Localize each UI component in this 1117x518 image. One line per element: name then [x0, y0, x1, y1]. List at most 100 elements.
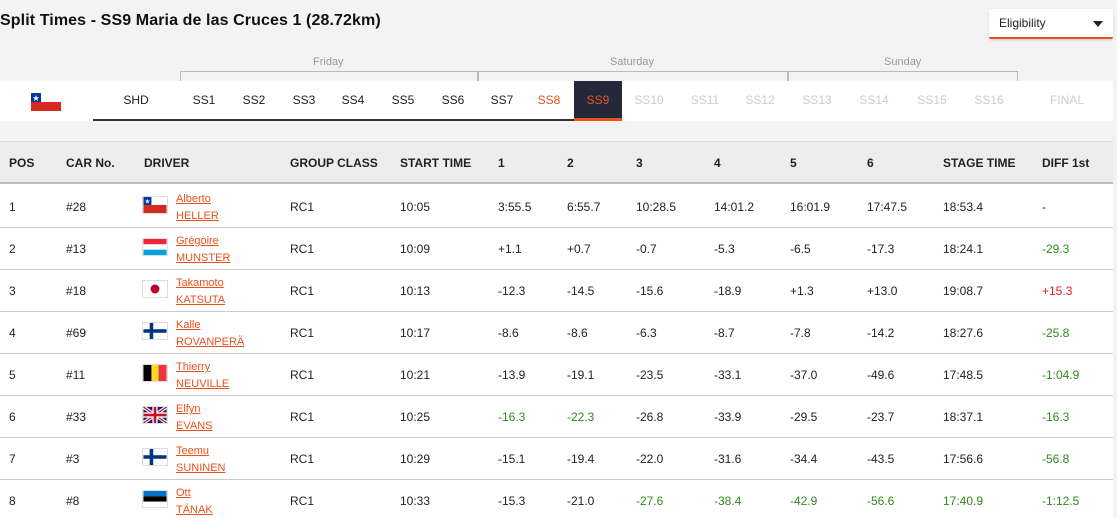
- day-label-friday: Friday: [313, 56, 344, 68]
- tab-ss6[interactable]: SS6: [433, 81, 473, 119]
- cell-split-2: -22.3: [567, 410, 595, 424]
- cell-car: #3: [66, 452, 80, 466]
- cell-split-5: -7.8: [790, 326, 811, 340]
- cell-diff: -29.3: [1042, 242, 1070, 256]
- tab-ss3[interactable]: SS3: [284, 81, 324, 119]
- driver-link[interactable]: Ott TÄNAK: [176, 485, 213, 518]
- tab-ss14: SS14: [859, 93, 889, 107]
- cell-split-6: -23.7: [867, 410, 895, 424]
- cell-split-4: -18.9: [714, 284, 742, 298]
- table-header: POS CAR No. DRIVER GROUP CLASS START TIM…: [0, 142, 1113, 184]
- tab-ss7[interactable]: SS7: [482, 81, 522, 119]
- cell-car: #13: [66, 242, 87, 256]
- cell-split-1: 3:55.5: [498, 200, 532, 214]
- table-row[interactable]: 6 #33 Elfyn EVANS RC1 10:25 -16.3 -22.3 -…: [0, 396, 1113, 438]
- tab-ss4[interactable]: SS4: [333, 81, 373, 119]
- cell-start: 10:05: [400, 200, 431, 214]
- cell-stage-time: 18:27.6: [943, 326, 984, 340]
- cell-split-3: -23.5: [636, 368, 664, 382]
- table-row[interactable]: 1 #28 Alberto HELLER RC1 10:05 3:55.5 6:5…: [0, 186, 1113, 228]
- cell-start: 10:17: [400, 326, 431, 340]
- tab-ss2[interactable]: SS2: [234, 81, 274, 119]
- table-row[interactable]: 2 #13 Grégoire MUNSTER RC1 10:09 +1.1 +0.…: [0, 228, 1113, 270]
- cell-car: #69: [66, 326, 87, 340]
- day-bracket-friday: [180, 71, 478, 81]
- cell-start: 10:25: [400, 410, 431, 424]
- table-row[interactable]: 3 #18 Takamoto KATSUTA RC1 10:13 -12.3 -1…: [0, 270, 1113, 312]
- cell-split-5: -42.9: [790, 494, 818, 508]
- cell-diff: -1:04.9: [1042, 368, 1080, 382]
- stage-tabs-bar: SHD SS1 SS2 SS3 SS4 SS5 SS6 SS7 SS8 SS9 …: [0, 81, 1113, 121]
- cell-split-3: 10:28.5: [636, 200, 677, 214]
- cell-split-4: -8.7: [714, 326, 735, 340]
- tab-ss15: SS15: [917, 93, 947, 107]
- cell-split-5: 16:01.9: [790, 200, 831, 214]
- cell-split-2: -21.0: [567, 494, 595, 508]
- cell-split-1: -8.6: [498, 326, 519, 340]
- driver-link[interactable]: Grégoire MUNSTER: [176, 233, 230, 267]
- estonia-flag-icon: [142, 490, 168, 508]
- cell-start: 10:29: [400, 452, 431, 466]
- table-row[interactable]: 8 #8 Ott TÄNAK RC1 10:33 -15.3 -21.0 -27.…: [0, 480, 1113, 518]
- cell-group: RC1: [290, 326, 315, 340]
- japan-flag-icon: [142, 280, 168, 298]
- table-row[interactable]: 7 #3 Teemu SUNINEN RC1 10:29 -15.1 -19.4 …: [0, 438, 1113, 480]
- cell-stage-time: 18:53.4: [943, 200, 984, 214]
- tab-ss9[interactable]: SS9: [574, 81, 622, 121]
- cell-split-6: -56.6: [867, 494, 895, 508]
- eligibility-select[interactable]: Eligibility: [989, 9, 1113, 39]
- cell-split-4: -38.4: [714, 494, 742, 508]
- header-pos: POS: [9, 156, 35, 170]
- cell-split-5: -37.0: [790, 368, 818, 382]
- cell-split-1: -16.3: [498, 410, 526, 424]
- header-diff: DIFF 1st: [1042, 156, 1090, 170]
- table-row[interactable]: 5 #11 Thierry NEUVILLE RC1 10:21 -13.9 -1…: [0, 354, 1113, 396]
- cell-start: 10:13: [400, 284, 431, 298]
- split-times-page: Split Times - SS9 Maria de las Cruces 1 …: [0, 0, 1117, 518]
- cell-split-6: 17:47.5: [867, 200, 908, 214]
- cell-car: #11: [66, 368, 86, 382]
- driver-link[interactable]: Teemu SUNINEN: [176, 443, 226, 477]
- cell-split-1: -15.3: [498, 494, 526, 508]
- cell-split-1: -13.9: [498, 368, 526, 382]
- chile-flag-icon: [31, 93, 61, 111]
- driver-last-name: KATSUTA: [176, 294, 226, 306]
- cell-split-6: -49.6: [867, 368, 895, 382]
- cell-split-4: 14:01.2: [714, 200, 755, 214]
- cell-split-6: -14.2: [867, 326, 895, 340]
- driver-link[interactable]: Elfyn EVANS: [176, 401, 212, 435]
- driver-link[interactable]: Kalle ROVANPERÄ: [176, 317, 244, 351]
- cell-split-3: -22.0: [636, 452, 664, 466]
- cell-group: RC1: [290, 410, 315, 424]
- luxembourg-flag-icon: [142, 238, 168, 256]
- cell-start: 10:21: [400, 368, 431, 382]
- cell-split-2: 6:55.7: [567, 200, 601, 214]
- driver-last-name: SUNINEN: [176, 462, 226, 474]
- header-start: START TIME: [400, 156, 472, 170]
- finland-flag-icon: [142, 448, 168, 466]
- cell-split-4: -33.1: [714, 368, 742, 382]
- cell-pos: 2: [9, 242, 16, 256]
- header-split-1: 1: [498, 156, 505, 170]
- cell-split-4: -31.6: [714, 452, 742, 466]
- tab-ss8[interactable]: SS8: [529, 81, 569, 119]
- tab-final: FINAL: [1049, 93, 1084, 107]
- cell-split-2: -19.1: [567, 368, 595, 382]
- cell-split-1: -15.1: [498, 452, 526, 466]
- driver-last-name: TÄNAK: [176, 504, 213, 516]
- cell-diff: -1:12.5: [1042, 494, 1080, 508]
- tab-shd[interactable]: SHD: [116, 81, 156, 119]
- header-split-3: 3: [636, 156, 643, 170]
- tab-ss5[interactable]: SS5: [383, 81, 423, 119]
- cell-car: #28: [66, 200, 87, 214]
- cell-split-1: -12.3: [498, 284, 526, 298]
- table-row[interactable]: 4 #69 Kalle ROVANPERÄ RC1 10:17 -8.6 -8.6…: [0, 312, 1113, 354]
- chevron-down-icon: [1093, 21, 1103, 27]
- driver-link[interactable]: Takamoto KATSUTA: [176, 275, 225, 309]
- cell-group: RC1: [290, 452, 315, 466]
- stage-tabs-underline: [93, 119, 622, 121]
- driver-link[interactable]: Thierry NEUVILLE: [176, 359, 229, 393]
- cell-start: 10:09: [400, 242, 431, 256]
- tab-ss1[interactable]: SS1: [184, 81, 224, 119]
- driver-link[interactable]: Alberto HELLER: [176, 191, 219, 225]
